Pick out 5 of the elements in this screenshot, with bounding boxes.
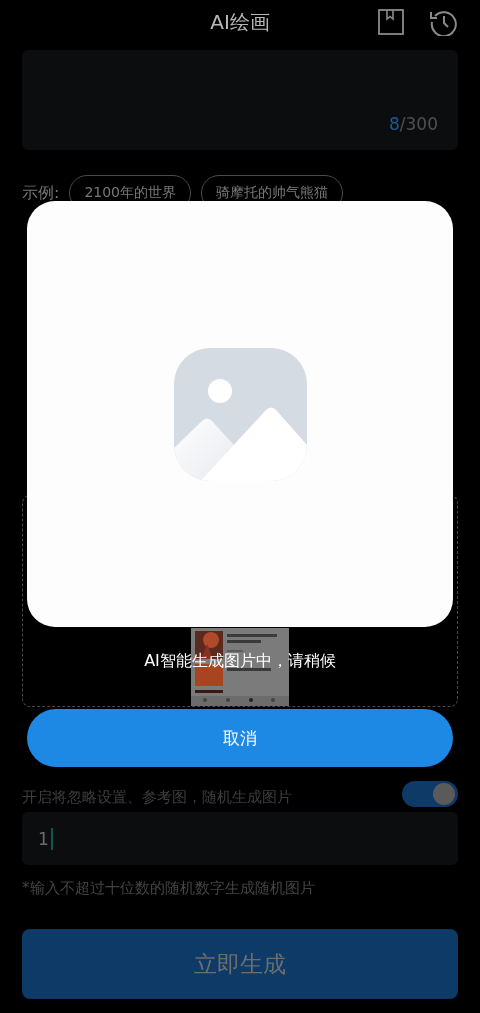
character-limit: /300 bbox=[399, 114, 438, 134]
page-title: AI绘画 bbox=[210, 9, 270, 36]
examples-label: 示例: bbox=[22, 182, 60, 204]
seed-note: *输入不超过十位数的随机数字生成随机图片 bbox=[22, 879, 316, 898]
character-count: 8 bbox=[389, 114, 400, 134]
